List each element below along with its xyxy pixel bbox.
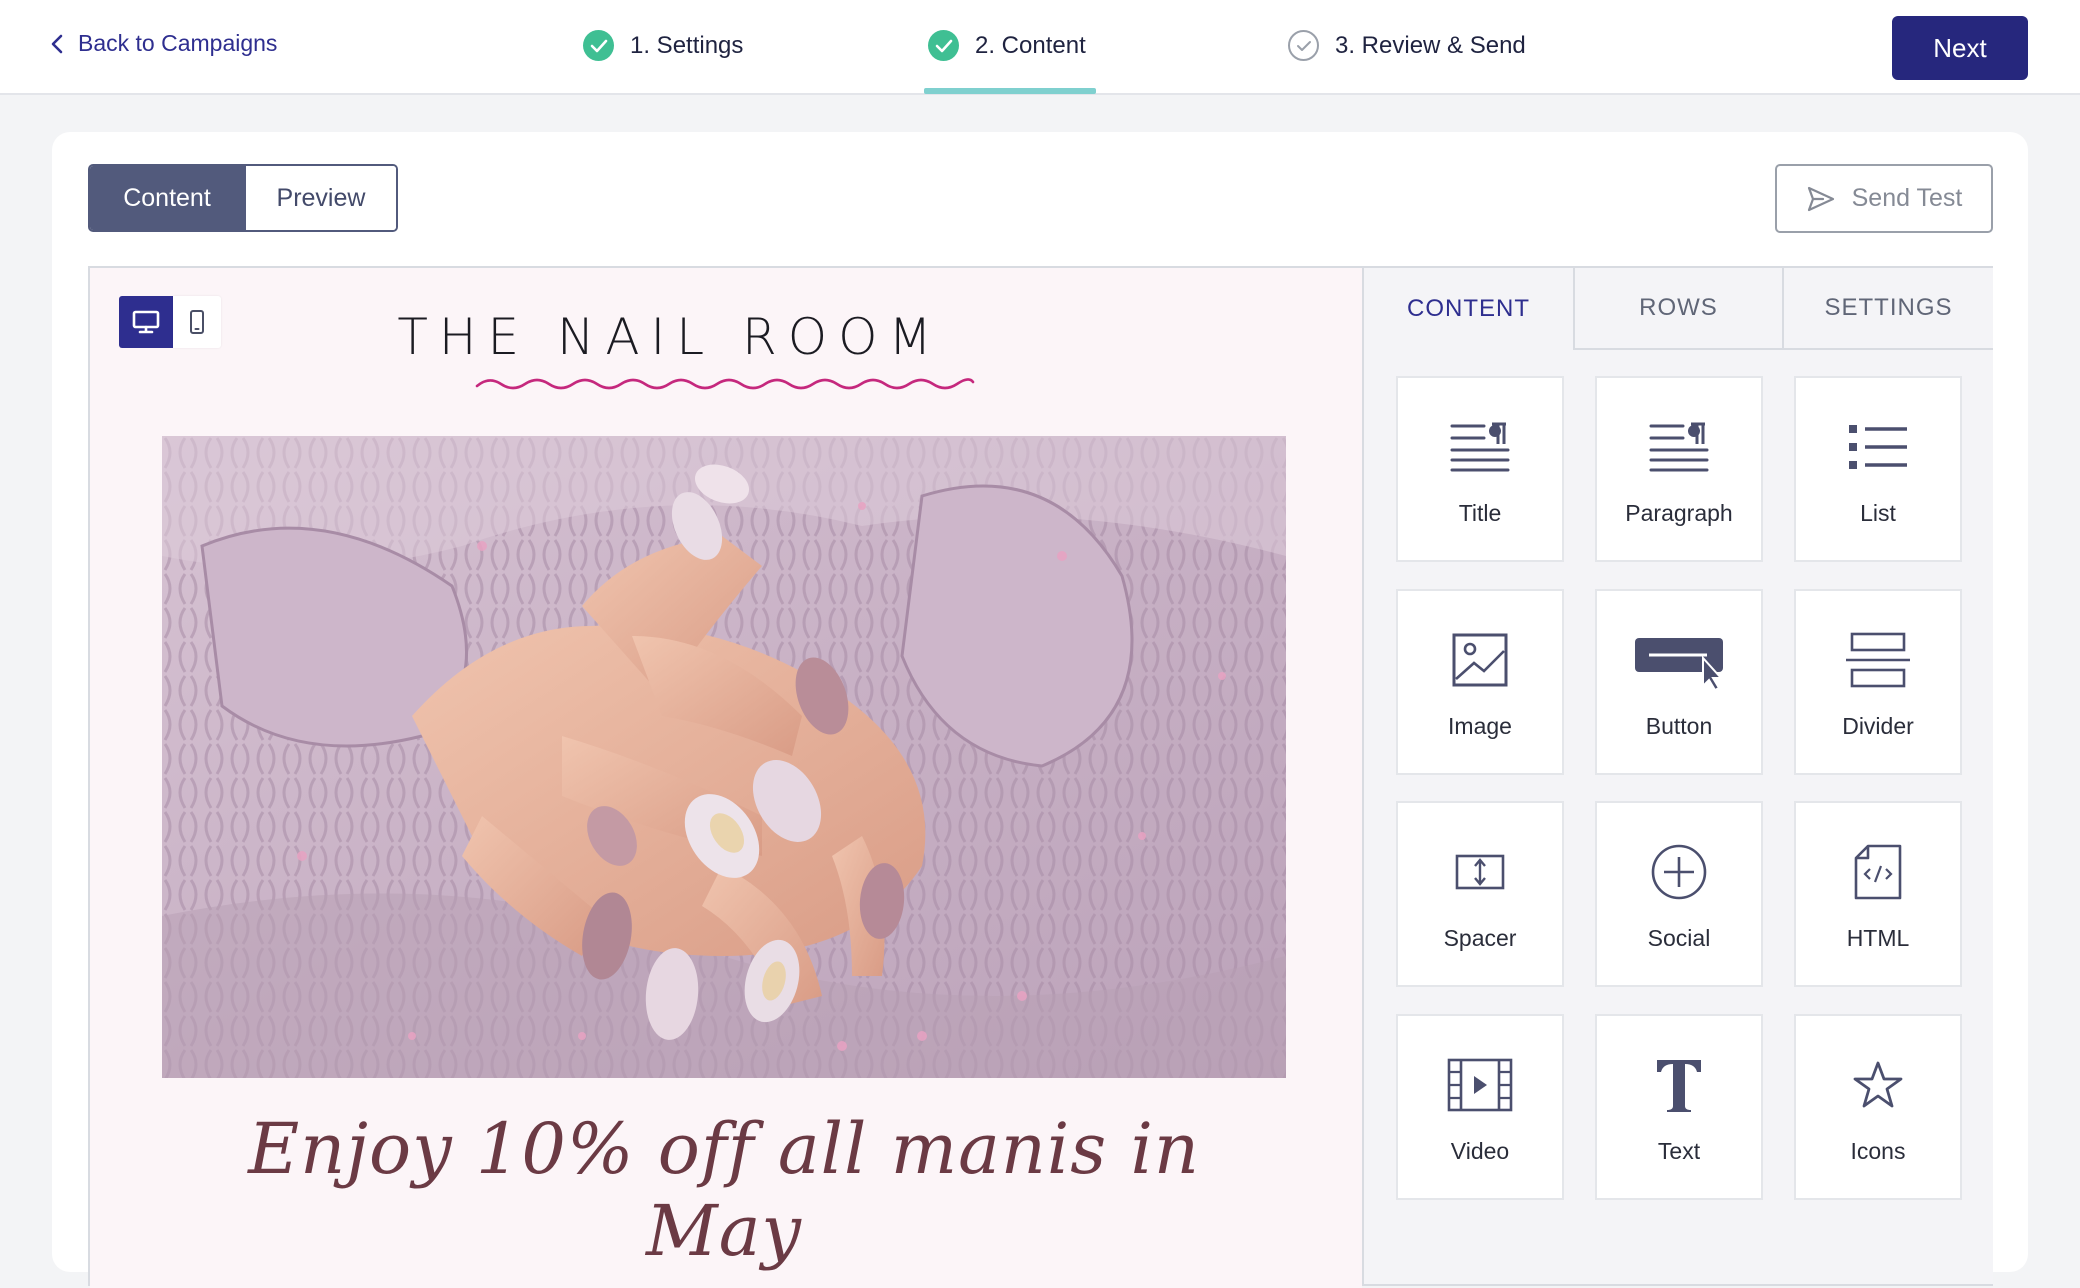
panel-tabs: CONTENT ROWS SETTINGS xyxy=(1364,268,1995,350)
next-button[interactable]: Next xyxy=(1892,16,2028,80)
check-outline-icon xyxy=(1288,30,1319,61)
content-mode-button[interactable]: Content xyxy=(90,166,244,230)
hero-image[interactable] xyxy=(162,436,1286,1078)
block-label: Divider xyxy=(1842,713,1914,739)
preview-mode-button[interactable]: Preview xyxy=(244,166,396,230)
block-paragraph[interactable]: Paragraph xyxy=(1595,376,1763,562)
back-to-campaigns-link[interactable]: Back to Campaigns xyxy=(50,30,277,57)
block-image[interactable]: Image xyxy=(1396,589,1564,775)
send-icon xyxy=(1807,186,1834,211)
brand-title[interactable]: THE NAIL ROOM xyxy=(390,308,950,366)
desktop-icon xyxy=(132,310,160,334)
check-icon xyxy=(928,30,959,61)
chevron-left-icon xyxy=(51,34,63,53)
block-list[interactable]: List xyxy=(1794,376,1962,562)
editor-card: Content Preview Send Test THE NAIL ROOM xyxy=(52,132,2028,1288)
send-test-label: Send Test xyxy=(1851,184,1963,212)
video-icon xyxy=(1447,1058,1513,1112)
block-label: Social xyxy=(1647,925,1711,951)
send-test-button[interactable]: Send Test xyxy=(1775,164,1993,233)
block-title[interactable]: Title xyxy=(1396,376,1564,562)
divider-icon xyxy=(1846,632,1910,688)
spacer-icon xyxy=(1455,854,1505,890)
block-text[interactable]: Text xyxy=(1595,1014,1763,1200)
text-icon xyxy=(1657,1060,1701,1112)
block-html[interactable]: HTML xyxy=(1794,801,1962,987)
block-label: Icons xyxy=(1850,1138,1906,1164)
desktop-view-button[interactable] xyxy=(119,296,173,348)
block-social[interactable]: Social xyxy=(1595,801,1763,987)
block-label: HTML xyxy=(1846,925,1910,951)
mobile-icon xyxy=(190,310,204,334)
tab-content[interactable]: CONTENT xyxy=(1364,268,1575,350)
promo-text[interactable]: Enjoy 10% off all manis in May xyxy=(162,1108,1286,1272)
block-label: Paragraph xyxy=(1625,500,1733,526)
block-label: Text xyxy=(1657,1138,1701,1164)
email-canvas[interactable]: THE NAIL ROOM Enjoy 10% off all manis in… xyxy=(90,268,1362,1288)
tab-settings[interactable]: SETTINGS xyxy=(1784,268,1993,350)
title-icon xyxy=(1450,422,1510,472)
block-label: Image xyxy=(1448,713,1512,739)
step-label: 3. Review & Send xyxy=(1335,31,1526,59)
block-label: Spacer xyxy=(1443,925,1517,951)
image-icon xyxy=(1452,633,1508,687)
step-label: 1. Settings xyxy=(630,31,744,59)
block-button[interactable]: Button xyxy=(1595,589,1763,775)
button-icon xyxy=(1635,638,1724,690)
wavy-underline xyxy=(475,378,975,390)
email-editor: THE NAIL ROOM Enjoy 10% off all manis in… xyxy=(88,266,1993,1288)
social-icon xyxy=(1651,844,1707,900)
content-panel: CONTENT ROWS SETTINGS Title Paragraph Li… xyxy=(1362,268,1993,1284)
active-step-indicator xyxy=(924,88,1096,94)
block-spacer[interactable]: Spacer xyxy=(1396,801,1564,987)
device-toggle xyxy=(119,296,221,348)
tab-rows[interactable]: ROWS xyxy=(1575,268,1784,350)
html-icon xyxy=(1854,844,1902,900)
block-label: Video xyxy=(1450,1138,1510,1164)
block-divider[interactable]: Divider xyxy=(1794,589,1962,775)
block-icons[interactable]: Icons xyxy=(1794,1014,1962,1200)
block-label: Title xyxy=(1458,500,1502,526)
step-label: 2. Content xyxy=(975,31,1086,59)
top-bar: Back to Campaigns 1. Settings 2. Content… xyxy=(0,0,2080,95)
step-content[interactable]: 2. Content xyxy=(928,30,1086,61)
check-icon xyxy=(583,30,614,61)
step-settings[interactable]: 1. Settings xyxy=(583,30,743,61)
mobile-view-button[interactable] xyxy=(173,296,221,348)
star-icon xyxy=(1853,1061,1903,1108)
back-label: Back to Campaigns xyxy=(78,30,278,56)
block-label: Button xyxy=(1645,713,1713,739)
mode-switch: Content Preview xyxy=(88,164,398,232)
paragraph-icon xyxy=(1649,422,1709,472)
block-video[interactable]: Video xyxy=(1396,1014,1564,1200)
list-icon xyxy=(1849,425,1907,469)
step-review-send[interactable]: 3. Review & Send xyxy=(1288,30,1526,61)
block-label: List xyxy=(1860,500,1896,526)
